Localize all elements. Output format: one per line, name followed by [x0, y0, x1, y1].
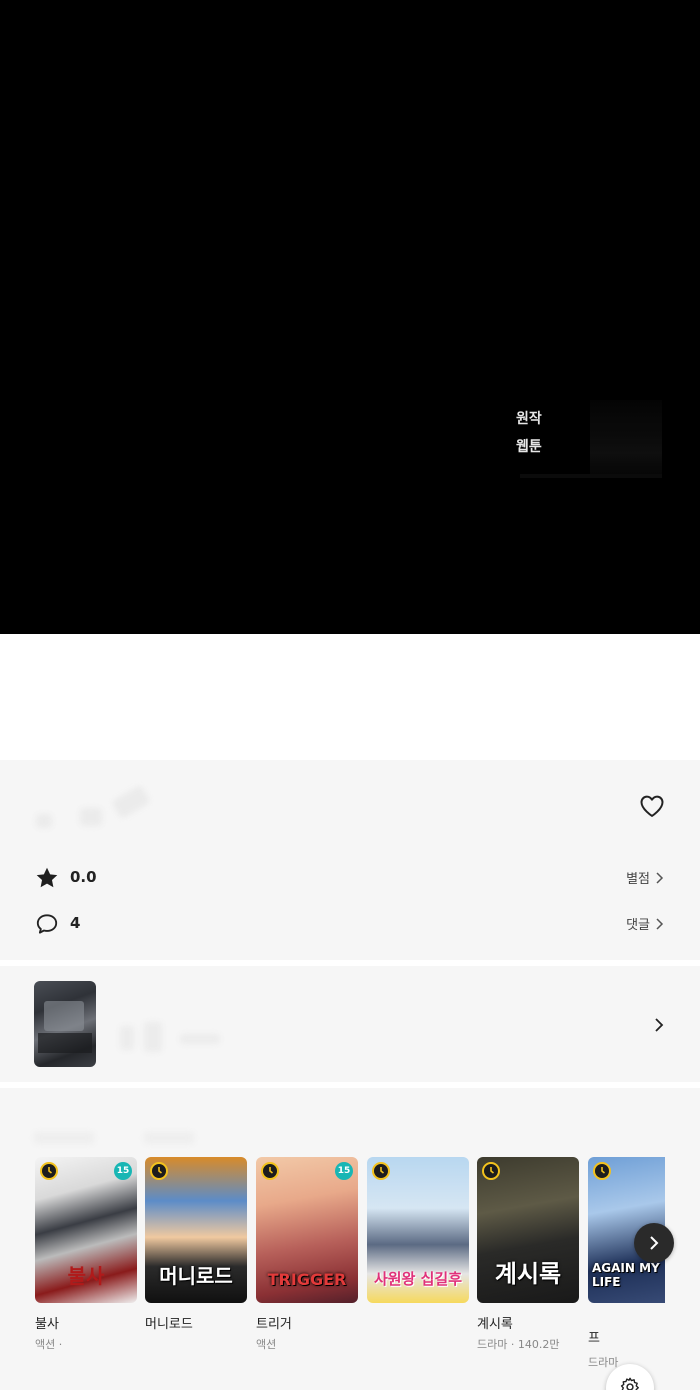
comment-link-label: 댓글: [626, 918, 650, 933]
cover-logo: 사원왕 십길후: [373, 1270, 463, 1288]
title-placeholder: [36, 784, 156, 830]
recommendation-card[interactable]: 15 TRIGGER 트리거 액션: [256, 1157, 358, 1351]
card-title: 프: [588, 1331, 600, 1346]
carousel-next-button[interactable]: [634, 1223, 674, 1263]
related-series-title-placeholder: [120, 1022, 230, 1052]
favorite-button[interactable]: [638, 792, 666, 820]
related-series-row[interactable]: [0, 966, 700, 1082]
card-cover: 사원왕 십길후: [367, 1157, 469, 1303]
card-title: 머니로드: [145, 1317, 193, 1332]
comment-bubble-icon: [36, 914, 58, 934]
original-webtoon-badge[interactable]: 원작 웹툰: [516, 405, 542, 461]
related-series-thumbnail: [34, 981, 96, 1067]
chevron-right-icon: [656, 917, 664, 930]
clock-badge-icon: [372, 1162, 390, 1180]
clock-badge-icon: [593, 1162, 611, 1180]
clock-badge-icon: [150, 1162, 168, 1180]
recommendation-card[interactable]: 사원왕 십길후: [367, 1157, 469, 1303]
clock-badge-icon: [40, 1162, 58, 1180]
card-title: 트리거: [256, 1317, 292, 1332]
card-meta: 액션 ·: [35, 1338, 63, 1351]
chevron-right-icon: [656, 871, 664, 884]
card-cover: 계시록: [477, 1157, 579, 1303]
card-title: 계시록: [477, 1317, 513, 1332]
cover-logo: 계시록: [494, 1260, 562, 1288]
cover-logo: AGAIN MY LIFE: [592, 1261, 660, 1289]
original-webtoon-thumbnail[interactable]: [520, 400, 662, 478]
card-title: 불사: [35, 1317, 59, 1332]
age-rating-badge: 15: [114, 1162, 132, 1180]
chevron-right-icon: [655, 1018, 664, 1032]
card-meta: 액션: [256, 1338, 277, 1351]
gear-icon: [620, 1377, 639, 1390]
star-filled-icon: [36, 867, 58, 888]
original-badge-line-1: 원작: [516, 411, 542, 427]
cover-logo: 불사: [67, 1264, 105, 1288]
rating-row: 0.0 별점: [0, 863, 700, 893]
comment-row: 4 댓글: [0, 909, 700, 939]
cover-logo: TRIGGER: [267, 1270, 347, 1289]
recommendation-card[interactable]: AGAIN MY LIFE 프 드라마: [588, 1157, 665, 1371]
rating-link-label: 별점: [626, 872, 650, 887]
carousel-next-icon: [650, 1236, 659, 1250]
recommendations-heading-placeholder: [34, 1128, 194, 1148]
original-badge-line-2: 웹툰: [516, 439, 542, 455]
rating-link[interactable]: 별점: [626, 868, 664, 887]
clock-badge-icon: [261, 1162, 279, 1180]
card-cover: 15 TRIGGER: [256, 1157, 358, 1303]
recommendation-card[interactable]: 15 불사 불사 액션 ·: [35, 1157, 137, 1351]
cover-logo: 머니로드: [159, 1264, 233, 1288]
age-rating-badge: 15: [335, 1162, 353, 1180]
comment-link[interactable]: 댓글: [626, 914, 664, 933]
card-cover: 15 불사: [35, 1157, 137, 1303]
card-meta: 드라마 · 140.2만: [477, 1338, 560, 1351]
clock-badge-icon: [482, 1162, 500, 1180]
card-cover: 머니로드: [145, 1157, 247, 1303]
video-player[interactable]: 원작 웹툰: [0, 0, 700, 634]
comment-count: 4: [70, 914, 81, 932]
recommendation-card[interactable]: 머니로드 머니로드: [145, 1157, 247, 1332]
heart-outline-icon: [640, 795, 664, 817]
player-spacer: [0, 634, 700, 760]
recommendation-card[interactable]: 계시록 계시록 드라마 · 140.2만: [477, 1157, 579, 1351]
rating-value: 0.0: [70, 868, 97, 886]
card-meta: 드라마: [588, 1356, 619, 1369]
